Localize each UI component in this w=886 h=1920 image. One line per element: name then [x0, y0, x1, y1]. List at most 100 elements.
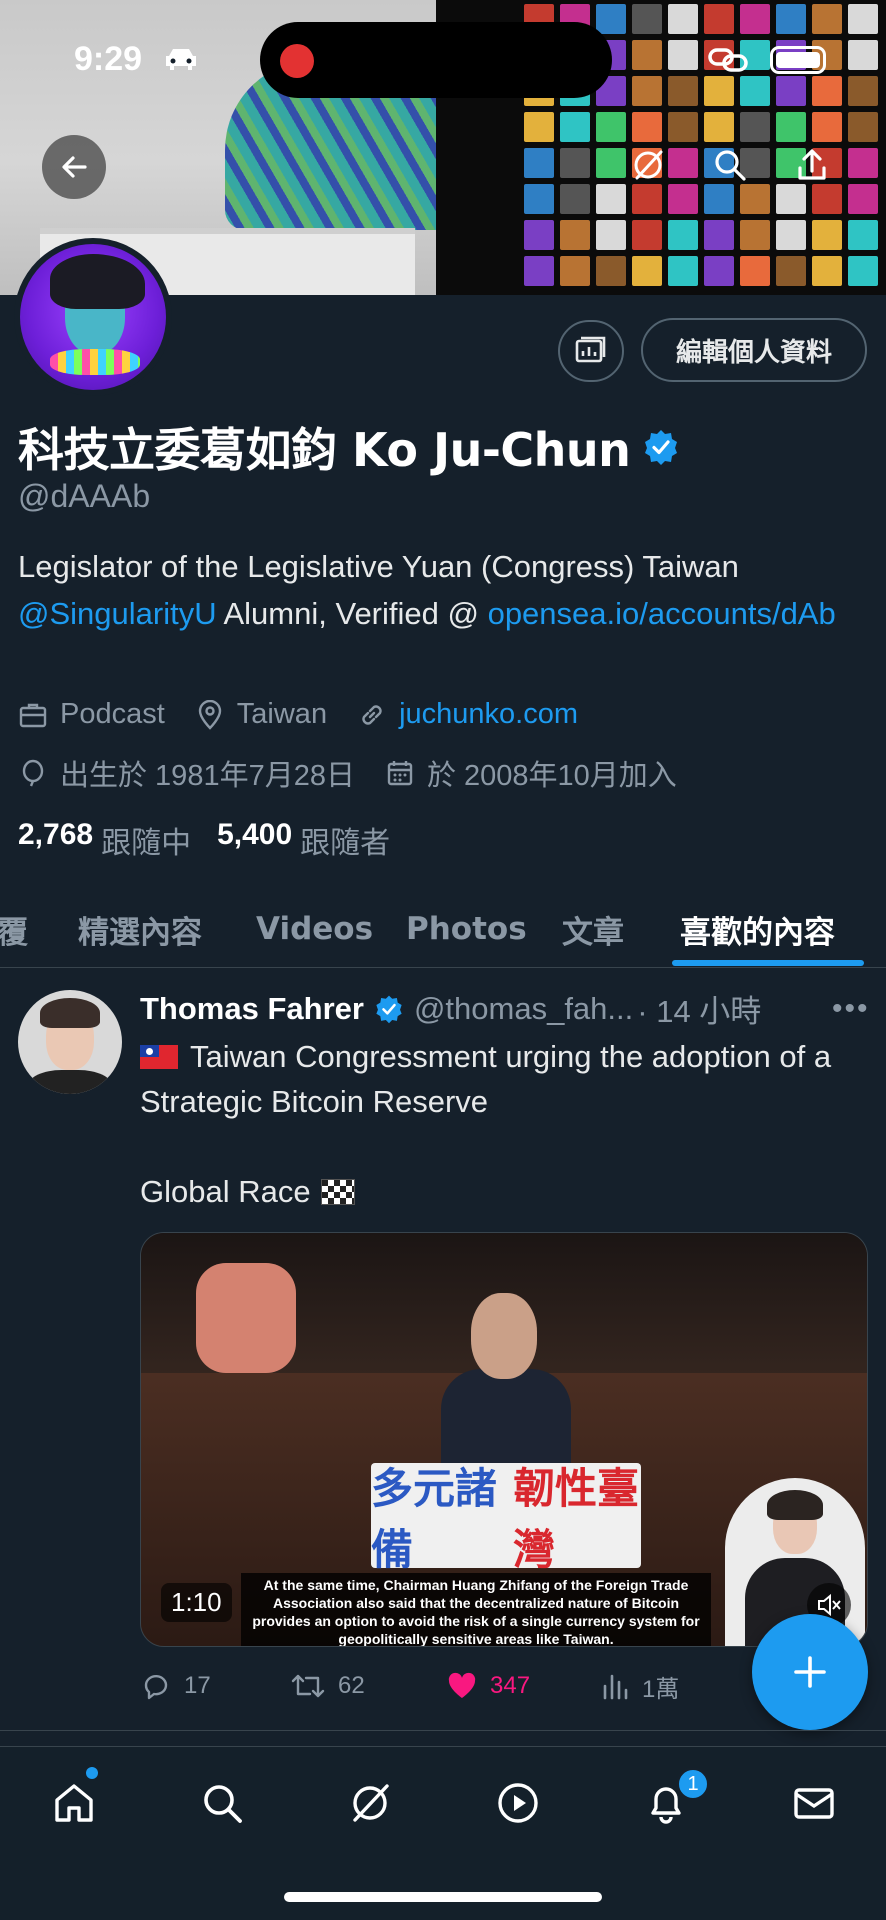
taiwan-flag-icon [140, 1045, 178, 1069]
profile-handle: @dAAAb [18, 478, 151, 514]
reply-icon [144, 1674, 168, 1700]
nav-messages[interactable] [786, 1775, 842, 1831]
followers-label: 跟隨者 [300, 827, 391, 860]
feed-divider [0, 1730, 886, 1731]
following-link[interactable]: 2,768 跟隨中 [18, 818, 191, 862]
banner-tile [596, 112, 626, 142]
home-unread-dot [86, 1767, 98, 1779]
reply-button[interactable]: 17 [140, 1664, 211, 1708]
follow-counts: 2,768 跟隨中 5,400 跟隨者 [18, 818, 416, 862]
banner-tile [668, 40, 698, 70]
banner-tile [740, 112, 770, 142]
tab-articles[interactable]: 文章 [562, 890, 624, 968]
profile-avatar[interactable] [14, 238, 172, 396]
banner-tile [776, 256, 806, 286]
search-button[interactable] [710, 145, 750, 185]
nav-search[interactable] [194, 1775, 250, 1831]
profile-bio: Legislator of the Legislative Yuan (Cong… [18, 543, 878, 637]
banner-tile [560, 112, 590, 142]
like-button[interactable]: 347 [446, 1664, 530, 1708]
banner-tile [704, 4, 734, 34]
views-button[interactable]: 1萬 [600, 1664, 679, 1708]
banner-tile [776, 76, 806, 106]
balloon-icon [22, 759, 44, 787]
tweet-text-line1: Taiwan Congressment urging the adoption … [140, 1039, 832, 1119]
banner-tile [668, 256, 698, 286]
tweet-video[interactable]: 多元諸備 韌性臺灣 At the same time, Chairman Hua… [140, 1232, 868, 1647]
banner-tile [560, 148, 590, 178]
banner-tile [848, 40, 878, 70]
banner-tile [740, 4, 770, 34]
heart-filled-icon [448, 1672, 476, 1698]
banner-tile [524, 256, 554, 286]
tab-highlights[interactable]: 精選內容 [78, 890, 202, 968]
tweet-timestamp[interactable]: · 14 小時 [637, 986, 761, 1031]
notification-badge: 1 [676, 1767, 710, 1801]
more-options-icon[interactable]: ••• [832, 992, 870, 1026]
envelope-icon [794, 1788, 834, 1819]
profile-category: Podcast [60, 698, 165, 730]
compose-button[interactable] [752, 1614, 868, 1730]
profile-birthday: 出生於 1981年7月28日 [60, 760, 355, 792]
retweet-count: 62 [338, 1672, 365, 1699]
banner-tile [668, 4, 698, 34]
home-indicator [284, 1892, 602, 1902]
tweet-author-name[interactable]: Thomas Fahrer [140, 991, 364, 1027]
banner-tile [776, 184, 806, 214]
grok-button[interactable] [628, 145, 668, 185]
banner-tile [596, 184, 626, 214]
banner-tile [848, 184, 878, 214]
tweet-header: Thomas Fahrer @thomas_fah... · 14 小時 [140, 986, 870, 1031]
video-caption: At the same time, Chairman Huang Zhifang… [241, 1573, 711, 1646]
profile-tabs: 回覆 精選內容 Videos Photos 文章 喜歡的內容 [0, 890, 886, 968]
banner-tile [596, 220, 626, 250]
professional-tools-button[interactable] [558, 320, 624, 382]
back-button[interactable] [42, 135, 106, 199]
checkered-flag-icon [320, 1179, 355, 1205]
tweet-author-handle[interactable]: @thomas_fah... [414, 991, 633, 1027]
banner-tile [524, 148, 554, 178]
like-count: 347 [490, 1672, 531, 1699]
nav-home[interactable] [46, 1775, 102, 1831]
banner-tile [632, 184, 662, 214]
retweet-icon [291, 1674, 325, 1698]
tab-photos[interactable]: Photos [406, 890, 527, 968]
banner-tile [632, 220, 662, 250]
share-button[interactable] [792, 145, 832, 185]
profile-website-link[interactable]: juchunko.com [399, 698, 578, 731]
banner-tile [524, 112, 554, 142]
briefcase-icon [19, 703, 47, 727]
banner-tile [812, 76, 842, 106]
profile-name: 科技立委葛如鈞 Ko Ju-Chun [18, 423, 631, 477]
battery-icon [770, 46, 826, 74]
tweet-author-avatar[interactable] [18, 990, 122, 1094]
edit-profile-button[interactable]: 編輯個人資料 [641, 318, 867, 382]
banner-tile [848, 76, 878, 106]
banner-tile [812, 112, 842, 142]
banner-tile [704, 256, 734, 286]
banner-tile [812, 184, 842, 214]
bio-mention-link[interactable]: @SingularityU [18, 596, 217, 631]
bio-url-link[interactable]: opensea.io/accounts/dAb [488, 596, 836, 631]
tab-videos[interactable]: Videos [256, 890, 373, 968]
banner-tile [632, 256, 662, 286]
recording-indicator [280, 44, 314, 78]
tab-replies[interactable]: 回覆 [0, 890, 28, 968]
banner-tile [632, 40, 662, 70]
retweet-button[interactable]: 62 [290, 1664, 365, 1708]
video-sign: 多元諸備 韌性臺灣 [371, 1463, 641, 1574]
banner-tile [740, 184, 770, 214]
banner-tile [668, 148, 698, 178]
link-icon [362, 704, 382, 725]
banner-tile [776, 220, 806, 250]
banner-tile [812, 4, 842, 34]
nav-grok[interactable] [342, 1775, 398, 1831]
nav-video[interactable] [490, 1775, 546, 1831]
link-icon [708, 48, 748, 72]
followers-link[interactable]: 5,400 跟隨者 [217, 818, 390, 862]
profile-name-row: 科技立委葛如鈞 Ko Ju-Chun [18, 414, 680, 480]
tab-likes[interactable]: 喜歡的內容 [680, 890, 835, 968]
banner-tile [740, 220, 770, 250]
banner-tile [812, 256, 842, 286]
following-count: 2,768 [18, 818, 94, 851]
